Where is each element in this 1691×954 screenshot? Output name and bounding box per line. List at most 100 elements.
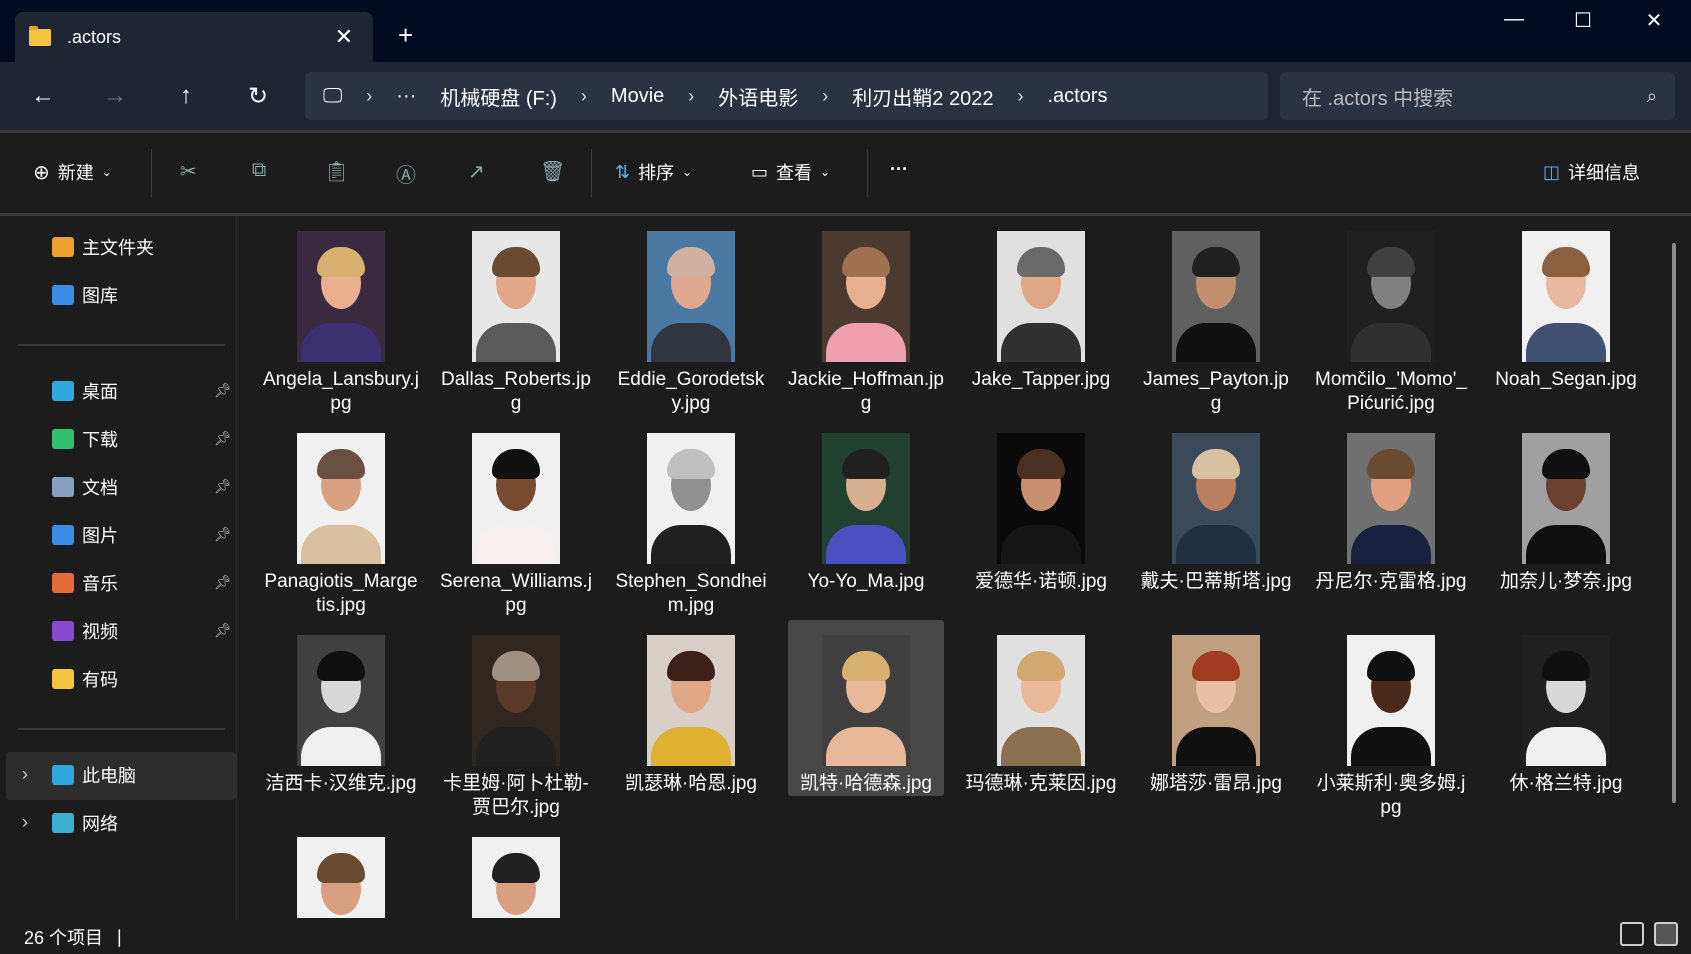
details-view-toggle[interactable] [1620, 922, 1644, 946]
file-item[interactable]: 凯特·哈德森.jpg [788, 620, 944, 796]
new-tab-button[interactable]: + [398, 20, 413, 51]
thumbnail-image [1172, 433, 1260, 564]
sidebar-item-5[interactable]: 图片 [52, 520, 118, 550]
file-name: Jake_Tapper.jpg [971, 369, 1111, 390]
file-item[interactable]: 卡里姆·阿卜杜勒-贾巴尔.jpg [438, 620, 594, 818]
refresh-button[interactable]: ↻ [238, 82, 278, 111]
sidebar-item-4[interactable]: 文档 [52, 472, 118, 502]
sidebar-item-icon [52, 765, 74, 785]
pin-icon[interactable]: 📌︎ [214, 526, 232, 543]
expand-chevron-icon[interactable]: › [22, 812, 28, 833]
file-item[interactable]: 洁西卡·汉维克.jpg [263, 620, 419, 796]
rename-icon[interactable]: Ⓐ [396, 159, 416, 188]
thumbnail-image [647, 231, 735, 362]
file-item[interactable]: 凯瑟琳·哈恩.jpg [613, 620, 769, 796]
sidebar-item-label: 音乐 [82, 574, 118, 594]
breadcrumb-movie[interactable]: Movie [611, 85, 664, 108]
address-bar[interactable]: 🖵 › ··· 机械硬盘 (F:) › Movie › 外语电影 › 利刃出鞘2… [305, 72, 1268, 120]
file-name: 凯特·哈德森.jpg [800, 773, 932, 794]
file-item[interactable]: 休·格兰特.jpg [1488, 620, 1644, 796]
file-item[interactable]: 爱德华·诺顿.jpg [963, 418, 1119, 594]
file-item[interactable]: 玛德琳·克莱因.jpg [963, 620, 1119, 796]
sidebar-item-6[interactable]: 音乐 [52, 568, 118, 598]
maximize-button[interactable]: ☐ [1563, 8, 1603, 33]
new-button[interactable]: ⊕ 新建 ⌄ [33, 159, 112, 185]
file-item[interactable]: Jackie_Hoffman.jpg [788, 216, 944, 414]
file-item[interactable]: Momčilo_'Momo'_Pićurić.jpg [1313, 216, 1469, 414]
pin-icon[interactable]: 📌︎ [214, 574, 232, 591]
thumbnail-image [472, 231, 560, 362]
file-item[interactable]: Jake_Tapper.jpg [963, 216, 1119, 392]
vertical-scrollbar[interactable] [1672, 243, 1676, 803]
back-button[interactable]: ← [23, 82, 63, 110]
file-item[interactable] [263, 822, 419, 918]
navigation-bar: ← → ↑ ↻ 🖵 › ··· 机械硬盘 (F:) › Movie › 外语电影… [0, 62, 1691, 130]
this-pc-icon[interactable]: 🖵 [323, 85, 342, 108]
breadcrumb-foreign[interactable]: 外语电影 [718, 82, 798, 111]
sidebar-item-1[interactable]: 图库 [52, 280, 118, 310]
pin-icon[interactable]: 📌︎ [214, 478, 232, 495]
file-item[interactable]: Dallas_Roberts.jpg [438, 216, 594, 414]
chevron-right-icon[interactable]: › [581, 86, 587, 107]
sidebar-item-3[interactable]: 下载 [52, 424, 118, 454]
cut-icon[interactable]: ✂ [180, 159, 197, 184]
view-label: 查看 [776, 163, 813, 183]
details-pane-button[interactable]: ◫ 详细信息 [1543, 159, 1640, 185]
file-item[interactable]: Serena_Williams.jpg [438, 418, 594, 616]
file-item[interactable]: James_Payton.jpg [1138, 216, 1294, 414]
file-item[interactable]: Yo-Yo_Ma.jpg [788, 418, 944, 594]
close-window-button[interactable]: ✕ [1634, 8, 1674, 33]
command-bar: ⊕ 新建 ⌄ ✂ ⧉ 📋︎ Ⓐ ↗ 🗑︎ ⇅ 排序 ⌄ ▭ 查看 ⌄ ··· ◫ 详细信息 [0, 133, 1691, 213]
up-button[interactable]: ↑ [166, 82, 206, 110]
large-icons-view-toggle[interactable] [1654, 922, 1678, 946]
view-button[interactable]: ▭ 查看 ⌄ [751, 159, 830, 185]
search-input[interactable]: 在 .actors 中搜索 ⌕ [1280, 72, 1675, 120]
chevron-right-icon[interactable]: › [366, 86, 372, 107]
sidebar-item-2[interactable]: 桌面 [52, 376, 118, 406]
file-item[interactable]: 丹尼尔·克雷格.jpg [1313, 418, 1469, 594]
sidebar-item-9[interactable]: 此电脑 [52, 760, 136, 790]
file-item[interactable]: 加奈儿·梦奈.jpg [1488, 418, 1644, 594]
tab-actors[interactable]: .actors ✕ [15, 12, 373, 62]
file-item[interactable]: Panagiotis_Margetis.jpg [263, 418, 419, 616]
chevron-right-icon[interactable]: › [688, 86, 694, 107]
sidebar-item-7[interactable]: 视频 [52, 616, 118, 646]
file-item[interactable]: Stephen_Sondheim.jpg [613, 418, 769, 616]
divider [867, 149, 868, 197]
close-tab-icon[interactable]: ✕ [335, 24, 353, 50]
delete-icon[interactable]: 🗑︎ [540, 159, 565, 184]
chevron-right-icon[interactable]: › [822, 86, 828, 107]
expand-chevron-icon[interactable]: › [22, 764, 28, 785]
sidebar-item-0[interactable]: 主文件夹 [52, 232, 154, 262]
file-name: James_Payton.jpg [1143, 369, 1289, 414]
file-name: Stephen_Sondheim.jpg [615, 571, 767, 616]
file-item[interactable]: Eddie_Gorodetsky.jpg [613, 216, 769, 414]
search-icon[interactable]: ⌕ [1647, 86, 1657, 107]
breadcrumb-actors[interactable]: .actors [1047, 85, 1107, 108]
sort-button[interactable]: ⇅ 排序 ⌄ [615, 159, 692, 185]
file-item[interactable]: Noah_Segan.jpg [1488, 216, 1644, 392]
more-options-button[interactable]: ··· [890, 159, 908, 180]
chevron-right-icon[interactable]: › [1017, 86, 1023, 107]
share-icon[interactable]: ↗ [468, 159, 485, 184]
breadcrumb-movie-title[interactable]: 利刃出鞘2 2022 [852, 82, 993, 111]
sidebar-item-8[interactable]: 有码 [52, 664, 118, 694]
forward-button[interactable]: → [95, 82, 135, 110]
file-item[interactable]: 小莱斯利·奥多姆.jpg [1313, 620, 1469, 818]
minimize-button[interactable]: — [1494, 8, 1534, 31]
paste-icon[interactable]: 📋︎ [324, 159, 349, 184]
file-item[interactable] [438, 822, 594, 918]
breadcrumb-drive[interactable]: 机械硬盘 (F:) [440, 82, 557, 111]
sidebar-item-10[interactable]: 网络 [52, 808, 118, 838]
copy-icon[interactable]: ⧉ [252, 159, 266, 182]
pin-icon[interactable]: 📌︎ [214, 430, 232, 447]
pin-icon[interactable]: 📌︎ [214, 622, 232, 639]
breadcrumb-overflow[interactable]: ··· [396, 85, 416, 108]
file-item[interactable]: Angela_Lansbury.jpg [263, 216, 419, 414]
thumbnail-image [472, 433, 560, 564]
file-item[interactable]: 戴夫·巴蒂斯塔.jpg [1138, 418, 1294, 594]
sidebar-item-icon [52, 237, 74, 257]
thumbnail-image [997, 433, 1085, 564]
file-item[interactable]: 娜塔莎·雷昂.jpg [1138, 620, 1294, 796]
pin-icon[interactable]: 📌︎ [214, 382, 232, 399]
